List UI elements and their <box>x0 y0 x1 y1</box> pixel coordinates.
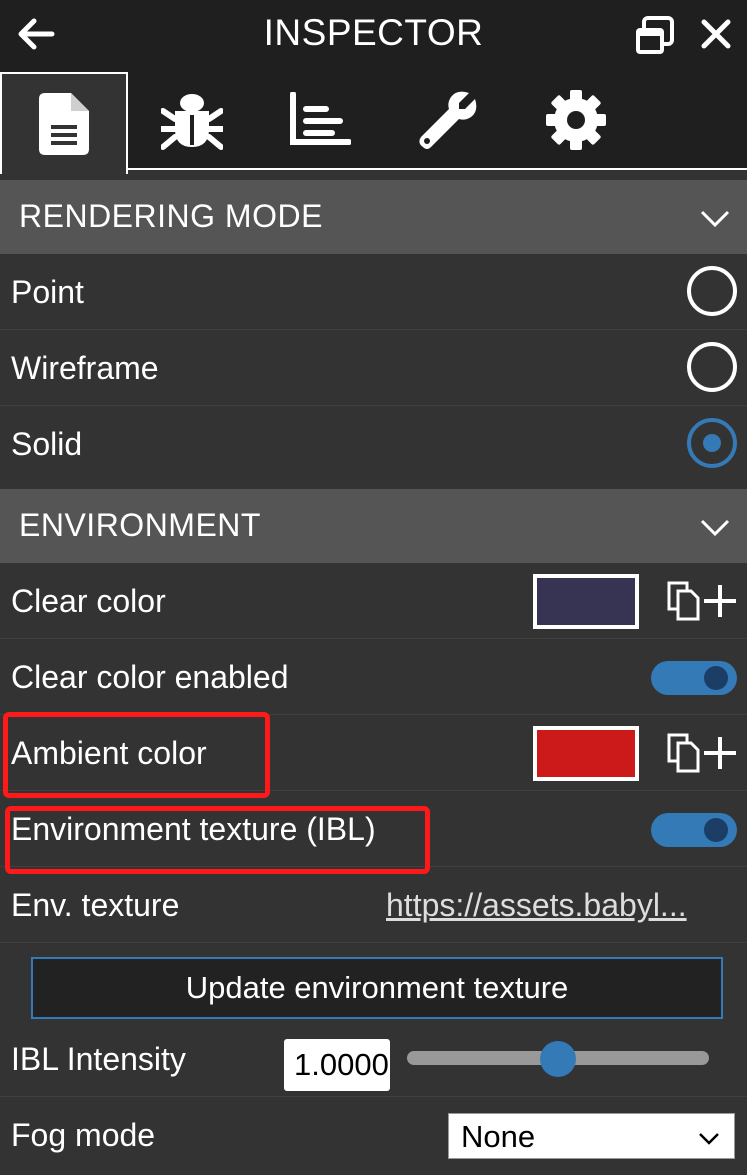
rendering-option-solid: Solid <box>0 406 747 482</box>
environment-texture-ibl-row: Environment texture (IBL) <box>0 791 747 867</box>
ibl-intensity-label: IBL Intensity <box>11 1041 186 1077</box>
fog-mode-select[interactable]: None <box>448 1113 735 1159</box>
chevron-down-icon <box>700 519 730 537</box>
option-label: Solid <box>11 426 83 462</box>
document-icon <box>39 93 89 155</box>
fog-mode-value: None <box>461 1119 536 1154</box>
env-texture-link[interactable]: https://assets.babyl... <box>386 887 726 924</box>
wrench-icon <box>419 91 477 149</box>
option-label: Point <box>11 274 84 310</box>
environment-texture-ibl-toggle[interactable] <box>651 813 737 847</box>
ambient-color-row: Ambient color <box>0 715 747 791</box>
chevron-down-icon <box>699 1133 719 1145</box>
popout-window-icon[interactable] <box>632 14 676 58</box>
fog-mode-label: Fog mode <box>11 1117 156 1153</box>
copy-plus-icon[interactable] <box>666 731 740 775</box>
gear-icon <box>546 90 606 150</box>
tab-properties[interactable] <box>0 72 128 174</box>
chart-icon <box>290 92 351 145</box>
bug-icon <box>161 94 223 150</box>
option-label: Wireframe <box>11 350 159 386</box>
close-icon[interactable] <box>696 14 736 54</box>
env-texture-label: Env. texture <box>11 887 180 923</box>
title-bar: INSPECTOR <box>0 0 747 70</box>
section-title: ENVIRONMENT <box>19 507 261 543</box>
ibl-intensity-slider-thumb[interactable] <box>540 1041 576 1077</box>
tab-bar <box>0 70 747 180</box>
copy-plus-icon[interactable] <box>666 579 740 623</box>
clear-color-enabled-toggle[interactable] <box>651 661 737 695</box>
section-title: RENDERING MODE <box>19 198 323 234</box>
clear-color-swatch[interactable] <box>533 574 639 629</box>
clear-color-enabled-label: Clear color enabled <box>11 659 289 695</box>
ambient-color-label: Ambient color <box>11 735 207 771</box>
section-environment[interactable]: ENVIRONMENT <box>0 489 747 563</box>
tab-tools[interactable] <box>384 70 512 170</box>
solid-radio[interactable] <box>687 418 737 468</box>
tab-settings[interactable] <box>512 70 640 170</box>
environment-texture-ibl-label: Environment texture (IBL) <box>11 811 376 847</box>
back-arrow-icon[interactable] <box>14 12 58 56</box>
point-radio[interactable] <box>687 266 737 316</box>
clear-color-enabled-row: Clear color enabled <box>0 639 747 715</box>
clear-color-label: Clear color <box>11 583 166 619</box>
ibl-intensity-input[interactable]: 1.0000 <box>284 1039 390 1091</box>
update-environment-texture-button[interactable]: Update environment texture <box>31 957 723 1019</box>
ambient-color-swatch[interactable] <box>533 726 639 781</box>
rendering-option-wireframe: Wireframe <box>0 330 747 406</box>
wireframe-radio[interactable] <box>687 342 737 392</box>
rendering-option-point: Point <box>0 254 747 330</box>
tab-debug[interactable] <box>128 70 256 170</box>
env-texture-row: Env. texture https://assets.babyl... <box>0 867 747 943</box>
chevron-down-icon <box>700 210 730 228</box>
tab-statistics[interactable] <box>256 70 384 170</box>
clear-color-row: Clear color <box>0 563 747 639</box>
section-rendering-mode[interactable]: RENDERING MODE <box>0 180 747 254</box>
